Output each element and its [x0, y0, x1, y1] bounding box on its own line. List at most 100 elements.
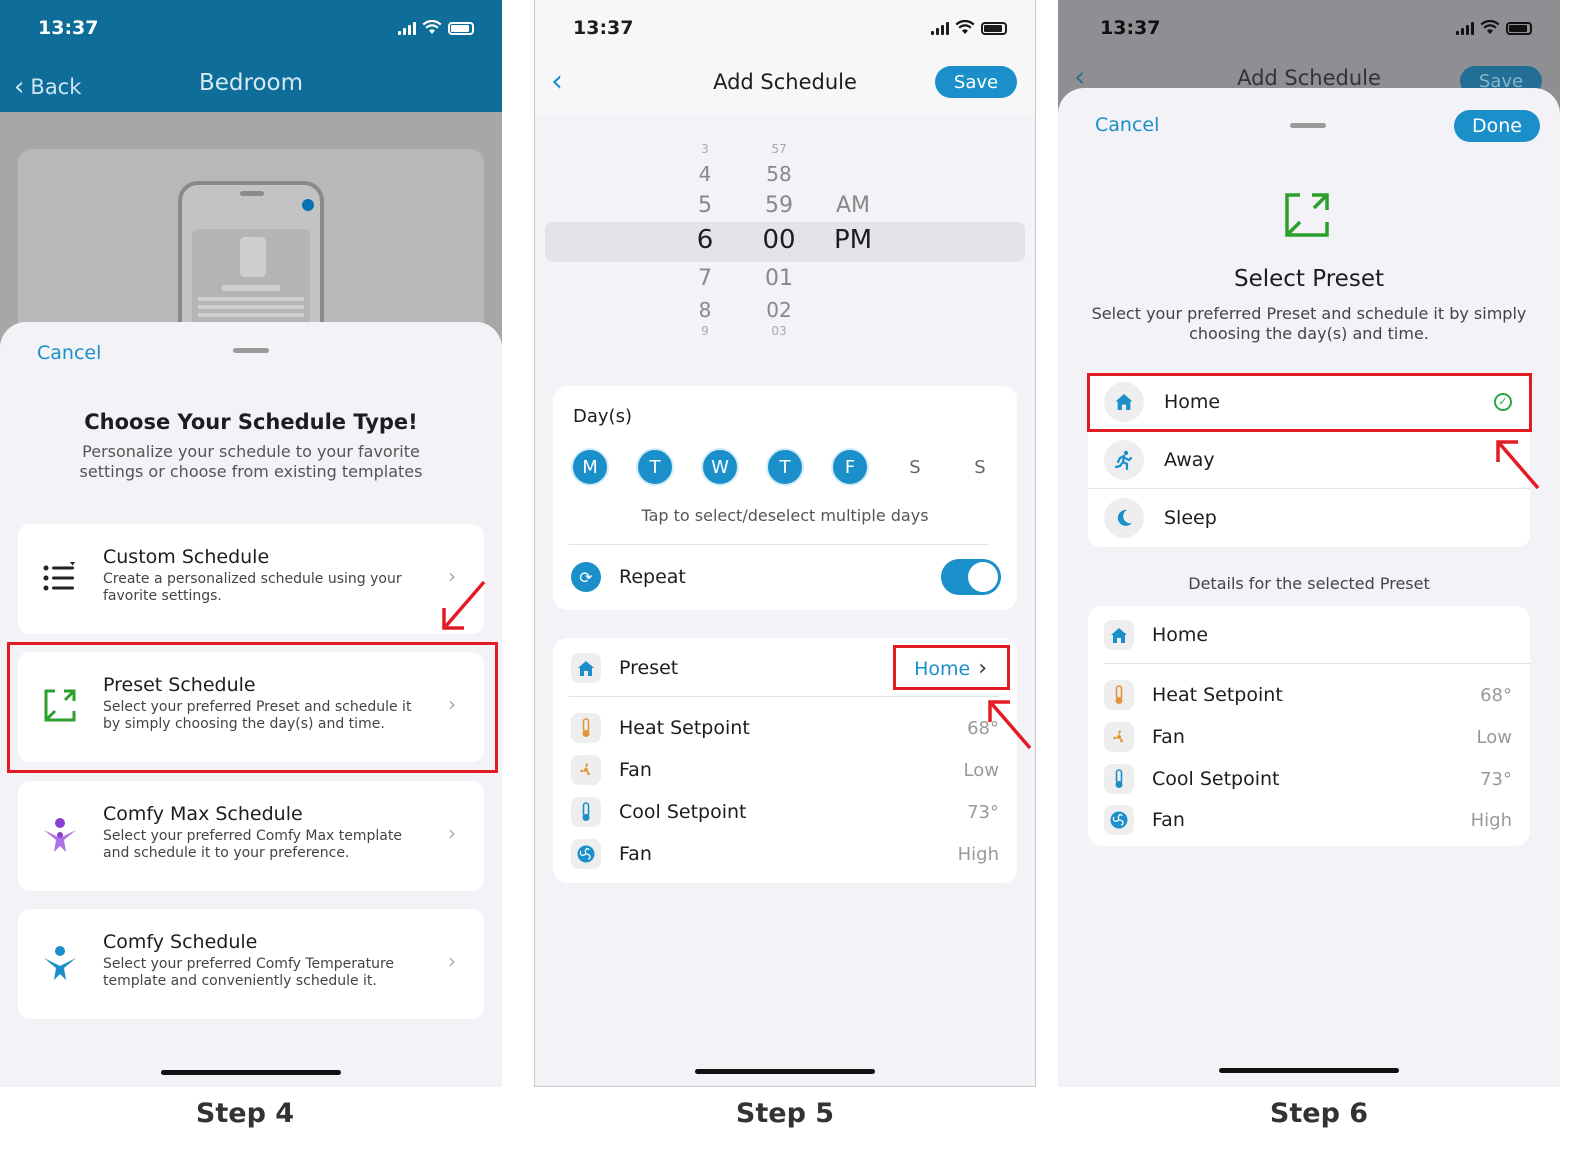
hour-option[interactable]: 8: [675, 298, 735, 322]
minute-option[interactable]: 58: [749, 162, 809, 186]
hour-option[interactable]: 5: [675, 193, 735, 218]
wifi-icon: [1480, 20, 1500, 34]
phone-step-4: 13:37 ‹ Back Bedroom Cancel Choose Your …: [0, 0, 502, 1087]
minute-option[interactable]: 01: [749, 266, 809, 291]
repeat-label: Repeat: [619, 566, 686, 588]
arrow-annotation-step-6: [1496, 440, 1540, 490]
day-friday[interactable]: F: [831, 448, 869, 486]
sheet-subheading: Select your preferred Preset and schedul…: [1091, 304, 1527, 343]
sheet-grabber[interactable]: [233, 348, 269, 353]
step-label: Step 6: [1269, 1098, 1369, 1129]
minute-option[interactable]: 59: [749, 193, 809, 218]
setting-label: Heat Setpoint: [619, 717, 750, 739]
preset-option-sleep[interactable]: Sleep: [1088, 489, 1530, 547]
page-title: Bedroom: [198, 70, 304, 96]
setting-row: Heat Setpoint 68°: [571, 711, 999, 745]
hour-option[interactable]: 3: [675, 142, 735, 156]
days-card: Day(s) M T W T F S S Tap to select/desel…: [553, 386, 1017, 610]
cancel-button[interactable]: Cancel: [1095, 114, 1159, 136]
option-desc: Create a personalized schedule using you…: [103, 571, 402, 604]
day-thursday[interactable]: T: [766, 448, 804, 486]
custom-schedule-option[interactable]: Custom Schedule Create a personalized sc…: [18, 524, 484, 634]
details-preset-row: Home: [1104, 618, 1514, 652]
time-picker[interactable]: 3 4 5 6 7 8 9 57 58 59 00 01 02 03 AM PM: [535, 130, 1035, 350]
thermometer-heat-icon: [571, 713, 601, 743]
comfy-max-person-icon: [40, 815, 80, 855]
status-bar: 13:37: [0, 0, 502, 58]
step-label: Step 4: [195, 1098, 295, 1129]
setting-row: Fan Low: [1104, 720, 1512, 754]
comfy-max-schedule-option[interactable]: Comfy Max Schedule Select your preferred…: [18, 781, 484, 891]
setting-row: Heat Setpoint 68°: [1104, 678, 1512, 712]
repeat-toggle[interactable]: [941, 559, 1001, 595]
preset-details-card: Home Heat Setpoint 68° Fan Low Cool Setp…: [1088, 606, 1530, 846]
status-time: 13:37: [573, 17, 634, 39]
option-title: Custom Schedule: [103, 546, 270, 568]
ampm-option-selected[interactable]: PM: [823, 225, 883, 255]
minute-option[interactable]: 03: [749, 324, 809, 338]
nav-bar: 13:37 ‹ Add Schedule Save: [535, 0, 1035, 115]
signal-icon: [398, 22, 416, 35]
divider: [569, 696, 999, 697]
setting-row: Cool Setpoint 73°: [571, 795, 999, 829]
fan-low-icon: [571, 755, 601, 785]
running-person-icon: [1104, 439, 1144, 480]
setting-label: Heat Setpoint: [1152, 684, 1283, 706]
setting-value: 68°: [1480, 684, 1512, 706]
minute-option[interactable]: 02: [749, 298, 809, 322]
fan-low-icon: [1104, 722, 1134, 752]
setting-label: Fan: [619, 759, 652, 781]
setting-row: Fan High: [1104, 803, 1512, 837]
home-icon: [1104, 620, 1134, 650]
days-hint: Tap to select/deselect multiple days: [641, 506, 929, 525]
day-monday[interactable]: M: [571, 448, 609, 486]
setting-value: 73°: [1480, 768, 1512, 790]
setting-row: Fan Low: [571, 753, 999, 787]
sheet-grabber[interactable]: [1290, 123, 1326, 128]
select-preset-sheet: Cancel Done Select Preset Select your pr…: [1058, 88, 1560, 1087]
minute-option[interactable]: 57: [749, 142, 809, 156]
setting-label: Fan: [1152, 809, 1185, 831]
day-wednesday[interactable]: W: [701, 448, 739, 486]
preset-name: Away: [1164, 448, 1215, 471]
signal-icon: [931, 22, 949, 35]
comfy-schedule-option[interactable]: Comfy Schedule Select your preferred Com…: [18, 909, 484, 1019]
home-indicator: [695, 1069, 875, 1074]
hour-option[interactable]: 7: [675, 266, 735, 291]
battery-icon: [448, 22, 474, 35]
option-title: Comfy Schedule: [103, 931, 258, 953]
setting-value: 73°: [967, 801, 999, 823]
status-time: 13:37: [1100, 17, 1161, 39]
day-tuesday[interactable]: T: [636, 448, 674, 486]
ampm-option[interactable]: AM: [823, 193, 883, 218]
divider: [1104, 663, 1530, 664]
done-button[interactable]: Done: [1454, 110, 1540, 142]
preset-option-away[interactable]: Away: [1088, 431, 1530, 489]
arrow-annotation-step-5: [988, 700, 1032, 750]
day-selector: M T W T F S S: [571, 448, 999, 486]
option-desc: Select your preferred Comfy Max template…: [103, 828, 402, 861]
details-preset-name: Home: [1152, 624, 1209, 646]
day-saturday[interactable]: S: [896, 448, 934, 486]
list-sliders-icon: [40, 558, 80, 598]
setting-row: Fan High: [571, 837, 999, 871]
comfy-person-icon: [40, 943, 80, 983]
save-button[interactable]: Save: [935, 66, 1017, 98]
wifi-icon: [955, 20, 975, 34]
status-bar: 13:37: [1058, 0, 1560, 58]
hour-option[interactable]: 4: [675, 162, 735, 186]
day-sunday[interactable]: S: [961, 448, 999, 486]
phone-step-6: 13:37 ‹ Add Schedule Save Cancel Done Se…: [1058, 0, 1560, 1087]
hour-option[interactable]: 9: [675, 324, 735, 338]
thermometer-cool-icon: [1104, 764, 1134, 794]
hour-option-selected[interactable]: 6: [675, 225, 735, 255]
minute-option-selected[interactable]: 00: [749, 225, 809, 255]
details-heading: Details for the selected Preset: [1188, 574, 1430, 593]
chevron-right-icon: ›: [448, 821, 456, 845]
cancel-button[interactable]: Cancel: [37, 342, 101, 364]
setting-label: Fan: [1152, 726, 1185, 748]
setting-value: High: [1470, 809, 1512, 831]
days-label: Day(s): [573, 406, 632, 427]
preset-expand-icon: [1284, 192, 1330, 242]
divider: [569, 544, 989, 545]
